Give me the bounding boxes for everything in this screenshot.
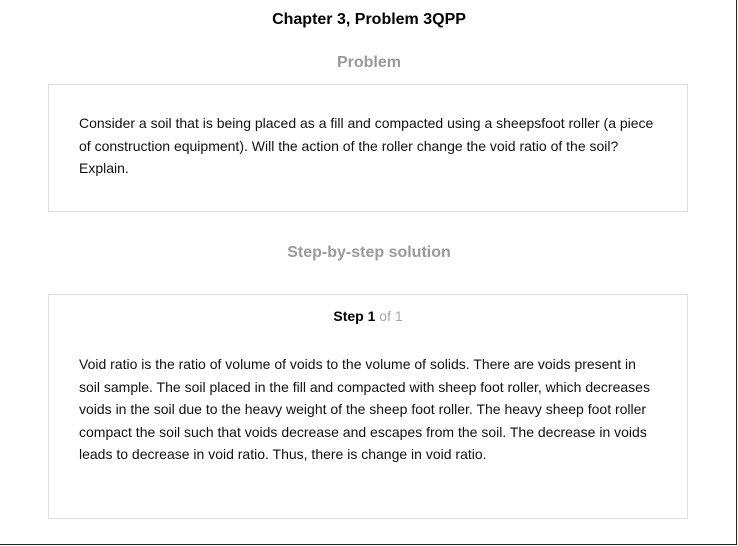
solution-text: Void ratio is the ratio of volume of voi… <box>79 356 650 462</box>
chapter-title: Chapter 3, Problem 3QPP <box>272 11 466 28</box>
step-indicator: Step 1 of 1 <box>49 308 687 324</box>
problem-heading: Problem <box>336 54 401 71</box>
problem-text: Consider a soil that is being placed as … <box>79 115 654 176</box>
solution-card: Step 1 of 1 Void ratio is the ratio of v… <box>48 294 688 519</box>
solution-heading: Step-by-step solution <box>287 244 451 261</box>
step-number: 1 <box>367 308 376 324</box>
step-total: of 1 <box>379 308 403 324</box>
step-word: Step <box>333 308 364 324</box>
problem-card: Consider a soil that is being placed as … <box>48 84 688 212</box>
